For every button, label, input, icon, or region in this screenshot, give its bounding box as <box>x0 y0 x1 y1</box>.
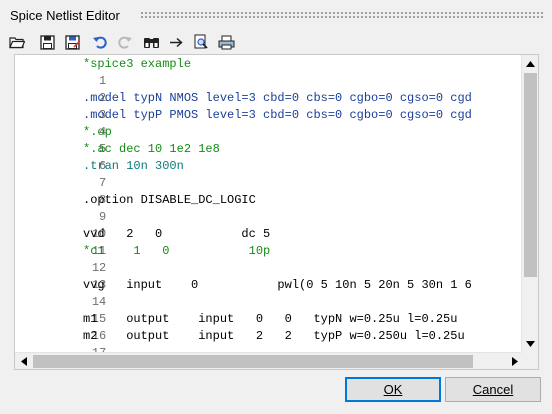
scroll-down-button[interactable] <box>522 335 539 352</box>
triangle-up-icon <box>526 60 535 67</box>
find-icon[interactable] <box>140 32 162 52</box>
triangle-down-icon <box>526 340 535 347</box>
line-text: vvg input 0 pwl(0 5 10n 5 20n 5 30n 1 6 <box>83 278 472 292</box>
line-text: vvd 2 0 dc 5 <box>83 227 271 241</box>
print-preview-icon[interactable] <box>190 32 212 52</box>
code-line: 13 <box>15 260 515 292</box>
line-text: m2 output input 2 2 typP w=0.250u l=0.25… <box>83 329 465 343</box>
code-line: 8 <box>15 175 515 207</box>
line-text: m1 output input 0 0 typN w=0.25u l=0.25u <box>83 312 458 326</box>
code-line: 4 .model typP PMOS level=3 cbd=0 cbs=0 c… <box>15 107 515 139</box>
scroll-up-button[interactable] <box>522 55 539 72</box>
code-line: 12 *c1 1 0 10p <box>15 243 515 275</box>
code-line: 16 m1 output input 0 0 typN w=0.25u l=0.… <box>15 311 515 343</box>
scroll-left-button[interactable] <box>15 353 32 370</box>
code-line: 3 .model typN NMOS level=3 cbd=0 cbs=0 c… <box>15 90 515 122</box>
triangle-left-icon <box>20 357 27 366</box>
line-text: .option DISABLE_DC_LOGIC <box>83 193 256 207</box>
vertical-scroll-thumb[interactable] <box>524 73 537 277</box>
save-icon[interactable] <box>36 32 58 52</box>
cancel-button[interactable]: Cancel <box>445 377 541 402</box>
vertical-scrollbar[interactable] <box>521 55 538 352</box>
line-text: .model typN NMOS level=3 cbd=0 cbs=0 cgb… <box>83 91 472 105</box>
code-line: 1 *spice3 example <box>15 56 515 88</box>
code-line: 7 .tran 10n 300n <box>15 158 515 190</box>
line-text: *.ac dec 10 1e2 1e8 <box>83 142 220 156</box>
cancel-button-label: Cancel <box>472 382 514 397</box>
line-text: .tran 10n 300n <box>83 159 184 173</box>
code-line: 17 m2 output input 2 2 typP w=0.250u l=0… <box>15 328 515 352</box>
drag-grip[interactable] <box>140 11 544 18</box>
save-as-icon[interactable] <box>62 32 84 52</box>
code-line: 6 *.ac dec 10 1e2 1e8 <box>15 141 515 173</box>
title-bar[interactable]: Spice Netlist Editor <box>0 0 552 30</box>
code-line: 15 <box>15 294 515 326</box>
code-line: 14 vvg input 0 pwl(0 5 10n 5 20n 5 30n 1… <box>15 277 515 309</box>
scrollbar-corner <box>521 352 538 369</box>
undo-icon[interactable] <box>89 32 111 52</box>
horizontal-scrollbar[interactable] <box>15 352 523 369</box>
window-title: Spice Netlist Editor <box>10 8 120 23</box>
line-text: *.op <box>83 125 112 139</box>
code-line: 5 *.op <box>15 124 515 156</box>
toolbar <box>0 30 552 54</box>
netlist-editor[interactable]: 1 *spice3 example 2 3 .model typN NMOS l… <box>14 54 539 370</box>
goto-arrow-icon[interactable] <box>165 32 187 52</box>
code-line: 18 <box>15 345 515 352</box>
ok-button-label: OK <box>383 382 403 397</box>
code-area[interactable]: 1 *spice3 example 2 3 .model typN NMOS l… <box>15 55 515 352</box>
code-line: 9 .option DISABLE_DC_LOGIC <box>15 192 515 224</box>
line-text: *c1 1 0 10p <box>83 244 271 258</box>
open-folder-icon[interactable] <box>6 32 28 52</box>
line-text: .model typP PMOS level=3 cbd=0 cbs=0 cgb… <box>83 108 472 122</box>
code-line: 11 vvd 2 0 dc 5 <box>15 226 515 258</box>
horizontal-scroll-thumb[interactable] <box>33 355 473 368</box>
print-icon[interactable] <box>215 32 237 52</box>
ok-button[interactable]: OK <box>345 377 441 402</box>
code-line: 10 <box>15 209 515 241</box>
redo-icon[interactable] <box>114 32 136 52</box>
line-text: *spice3 example <box>83 57 192 71</box>
code-line: 2 <box>15 73 515 105</box>
triangle-right-icon <box>511 357 518 366</box>
